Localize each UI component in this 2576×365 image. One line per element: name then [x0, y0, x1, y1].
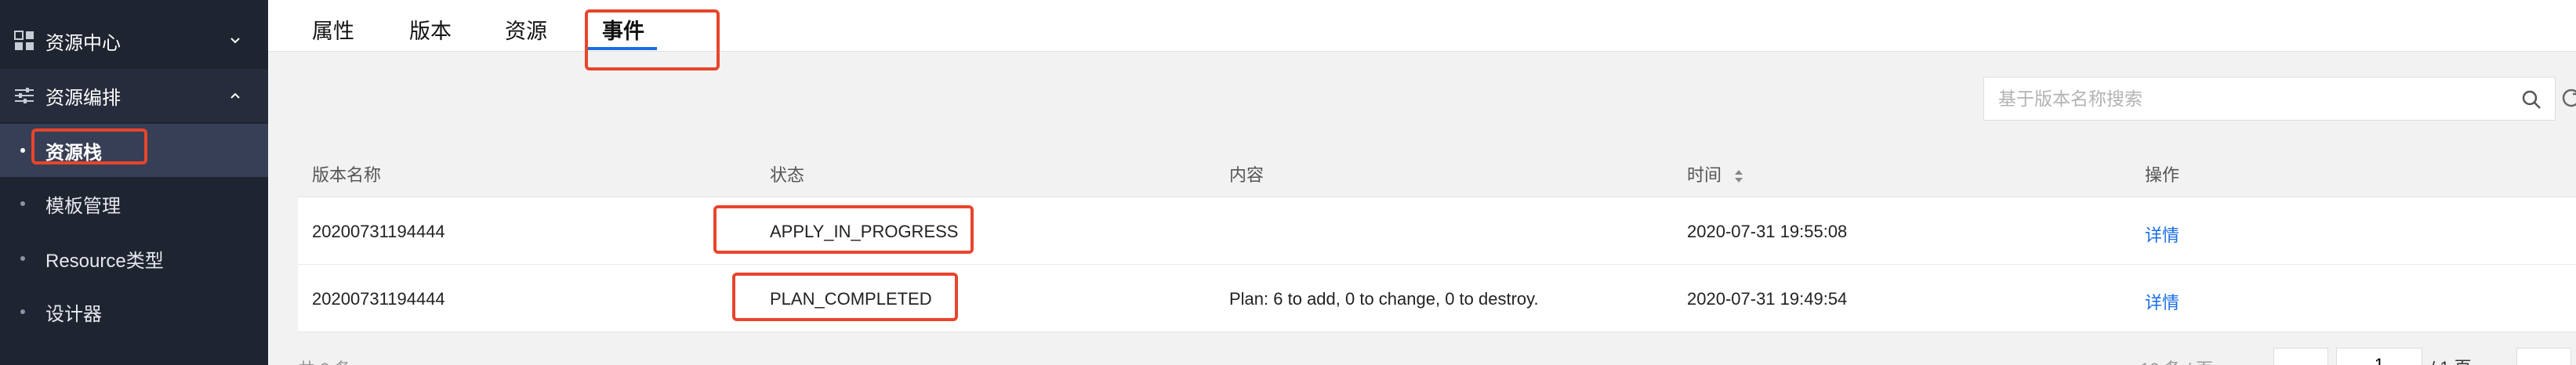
search-box [1983, 77, 2556, 121]
highlight-box-status [732, 273, 958, 321]
tab-properties[interactable]: 属性 [312, 14, 354, 45]
cell-version: 20200731194444 [312, 222, 445, 241]
prev-page-button[interactable] [2273, 348, 2328, 365]
page-input[interactable]: 1 [2336, 348, 2422, 365]
column-header-time[interactable]: 时间 [1687, 161, 1743, 186]
page-size-select[interactable]: 10 条 / 页 [2140, 356, 2213, 365]
tab-resources[interactable]: 资源 [505, 14, 547, 45]
table-row: 20200731194444 APPLY_IN_PROGRESS 2020-07… [298, 197, 2576, 265]
sidebar-item-designer[interactable]: 设计器 [0, 285, 268, 338]
highlight-box-status [713, 205, 974, 254]
sidebar-item-label: Resource类型 [45, 250, 164, 272]
details-link[interactable]: 详情 [2145, 222, 2179, 247]
column-header-version: 版本名称 [312, 165, 382, 185]
column-header-status: 状态 [770, 165, 805, 185]
tab-versions[interactable]: 版本 [409, 14, 452, 45]
column-header-label: 时间 [1687, 165, 1722, 185]
bullet-dot [20, 256, 25, 261]
sidebar: 资源中心 资源编排 资源栈 模板管理 Resource类型 设计器 [0, 0, 268, 365]
next-page-button[interactable] [2516, 348, 2571, 365]
grid-icon [14, 31, 34, 50]
search-input[interactable] [1998, 78, 2500, 120]
sliders-icon [15, 88, 34, 103]
search-icon[interactable] [2520, 89, 2542, 110]
sidebar-group-label: 资源中心 [45, 32, 121, 54]
cell-content: Plan: 6 to add, 0 to change, 0 to destro… [1229, 289, 1539, 309]
sidebar-item-label: 设计器 [45, 303, 102, 325]
cell-version: 20200731194444 [312, 289, 445, 309]
cell-time: 2020-07-31 19:49:54 [1687, 289, 1848, 309]
bullet-dot [20, 148, 25, 153]
sidebar-item-label: 模板管理 [45, 195, 121, 217]
sidebar-group-resource-center[interactable]: 资源中心 [0, 14, 268, 67]
column-header-action: 操作 [2145, 165, 2180, 185]
bullet-dot [20, 201, 25, 206]
sidebar-item-resource-types[interactable]: Resource类型 [0, 232, 268, 285]
table-row: 20200731194444 PLAN_COMPLETED Plan: 6 to… [298, 265, 2576, 332]
bullet-dot [20, 309, 25, 314]
sidebar-item-templates[interactable]: 模板管理 [0, 177, 268, 230]
table-footer: 共 2 条 10 条 / 页 1 / 1 页 [298, 332, 2576, 365]
chevron-down-icon [230, 38, 240, 44]
total-count: 共 2 条 [298, 356, 351, 365]
chevron-up-icon [230, 92, 240, 99]
cell-time: 2020-07-31 19:55:08 [1687, 222, 1848, 241]
column-header-content: 内容 [1229, 165, 1264, 185]
sidebar-group-label: 资源编排 [45, 87, 121, 109]
highlight-box-sidebar [31, 128, 147, 164]
sidebar-group-orchestration[interactable]: 资源编排 [0, 69, 268, 122]
refresh-icon[interactable] [2560, 86, 2576, 108]
sort-icon[interactable] [1734, 169, 1743, 183]
details-link[interactable]: 详情 [2145, 289, 2179, 314]
page-total: / 1 页 [2430, 354, 2472, 365]
table-header: 版本名称 状态 内容 时间 操作 [298, 144, 2576, 197]
highlight-box-tab [585, 9, 720, 70]
